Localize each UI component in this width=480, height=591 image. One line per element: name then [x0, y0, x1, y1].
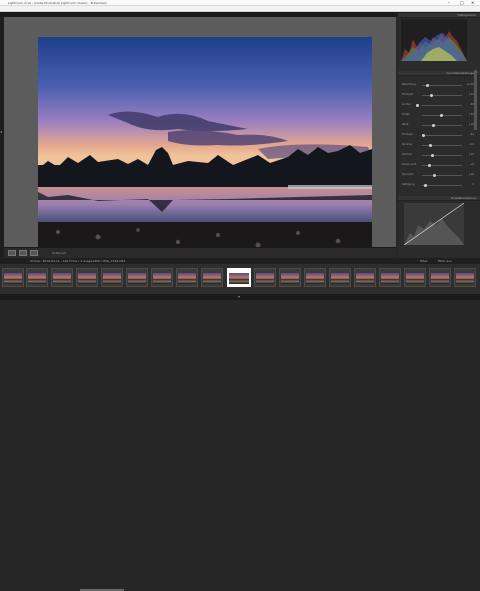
- bottom-panel: ▾: [0, 294, 480, 591]
- photo-canvas[interactable]: [4, 17, 396, 260]
- toolbar: Softproof: [4, 247, 396, 258]
- basic-panel-header[interactable]: Grundeinstellungen: [398, 71, 480, 76]
- before-after-icon[interactable]: [30, 250, 38, 256]
- slider-value[interactable]: +10: [469, 143, 474, 147]
- filmstrip-thumb[interactable]: [26, 268, 48, 287]
- filmstrip-thumb[interactable]: [254, 268, 276, 287]
- basic-slider-row[interactable]: Belichtung +0,35: [402, 83, 474, 87]
- right-panel: Histogramm Grundeinstellungen Belichtung…: [398, 13, 480, 268]
- basic-slider-row[interactable]: Weiß +18: [402, 123, 474, 127]
- slider-label: Dynamik: [402, 173, 414, 176]
- basic-panel-title: Grundeinstellungen: [446, 71, 476, 75]
- right-panel-scrollbar[interactable]: [474, 70, 477, 130]
- filmstrip: [0, 264, 480, 294]
- slider-label: Weiß: [402, 123, 409, 126]
- slider-track[interactable]: [422, 124, 462, 126]
- basic-slider-row[interactable]: Klarheit +15: [402, 153, 474, 157]
- slider-knob[interactable]: [432, 123, 435, 127]
- slider-label: Tiefen: [402, 113, 410, 116]
- slider-knob[interactable]: [430, 93, 433, 97]
- filmstrip-thumb[interactable]: [429, 268, 451, 287]
- filmstrip-thumb[interactable]: [329, 268, 351, 287]
- slider-track[interactable]: [422, 104, 462, 106]
- filmstrip-thumb[interactable]: [151, 268, 173, 287]
- filmstrip-thumb[interactable]: [404, 268, 426, 287]
- slider-knob[interactable]: [422, 133, 425, 137]
- compare-view-icon[interactable]: [19, 250, 27, 256]
- basic-slider-row[interactable]: Schwarz -22: [402, 133, 474, 137]
- filmstrip-thumb-selected[interactable]: [227, 268, 251, 287]
- slider-track[interactable]: [422, 144, 462, 146]
- slider-label: Klarheit: [402, 153, 413, 156]
- tone-curve-header[interactable]: Gradationskurve: [398, 196, 480, 201]
- slider-track[interactable]: [422, 134, 462, 136]
- filmstrip-thumb[interactable]: [354, 268, 376, 287]
- slider-track[interactable]: [422, 184, 462, 186]
- basic-slider-row[interactable]: Struktur +10: [402, 143, 474, 147]
- filmstrip-thumb[interactable]: [2, 268, 24, 287]
- bottom-panel-arrow-icon[interactable]: ▾: [238, 294, 240, 299]
- basic-slider-row[interactable]: Tiefen +54: [402, 113, 474, 117]
- slider-value[interactable]: +15: [469, 153, 474, 157]
- tone-curve[interactable]: [403, 202, 465, 246]
- histogram-title: Histogramm: [457, 13, 477, 17]
- main-photo: [38, 37, 372, 260]
- filmstrip-thumb[interactable]: [126, 268, 148, 287]
- histogram-header[interactable]: Histogramm: [398, 13, 480, 18]
- slider-knob[interactable]: [424, 183, 427, 187]
- filmstrip-thumb[interactable]: [279, 268, 301, 287]
- left-panel-arrow-icon[interactable]: ◂: [0, 129, 2, 134]
- basic-slider-row[interactable]: Kontrast +12: [402, 93, 474, 97]
- filmstrip-thumb[interactable]: [454, 268, 476, 287]
- slider-knob[interactable]: [433, 173, 436, 177]
- histogram: [401, 19, 467, 61]
- basic-slider-row[interactable]: Dunst entf. +8: [402, 163, 474, 167]
- slider-knob[interactable]: [429, 143, 432, 147]
- filmstrip-thumb[interactable]: [176, 268, 198, 287]
- slider-value[interactable]: 0: [472, 183, 474, 187]
- slider-knob[interactable]: [440, 113, 443, 117]
- filmstrip-thumb[interactable]: [51, 268, 73, 287]
- slider-label: Belichtung: [402, 83, 416, 86]
- slider-value[interactable]: +20: [469, 173, 474, 177]
- slider-knob[interactable]: [416, 103, 419, 107]
- slider-knob[interactable]: [431, 153, 434, 157]
- slider-label: Dunst entf.: [402, 163, 417, 166]
- basic-slider-row[interactable]: Lichter -68: [402, 103, 474, 107]
- slider-track[interactable]: [422, 174, 462, 176]
- slider-label: Sättigung: [402, 183, 415, 186]
- filmstrip-thumb[interactable]: [201, 268, 223, 287]
- slider-label: Schwarz: [402, 133, 413, 136]
- slider-value[interactable]: +0,35: [466, 83, 474, 87]
- tone-curve-title: Gradationskurve: [451, 196, 476, 200]
- slider-value[interactable]: +8: [470, 163, 474, 167]
- slider-value[interactable]: -22: [470, 133, 474, 137]
- filmstrip-thumb[interactable]: [379, 268, 401, 287]
- filmstrip-thumb[interactable]: [101, 268, 123, 287]
- slider-track[interactable]: [422, 94, 462, 96]
- slider-track[interactable]: [422, 154, 462, 156]
- photo-image: [38, 37, 372, 260]
- slider-knob[interactable]: [428, 163, 431, 167]
- slider-label: Struktur: [402, 143, 413, 146]
- filmstrip-thumb[interactable]: [76, 268, 98, 287]
- basic-slider-row[interactable]: Sättigung 0: [402, 183, 474, 187]
- slider-knob[interactable]: [426, 83, 429, 87]
- slider-label: Kontrast: [402, 93, 413, 96]
- slider-label: Lichter: [402, 103, 411, 106]
- basic-slider-row[interactable]: Dynamik +20: [402, 173, 474, 177]
- loupe-view-icon[interactable]: [8, 250, 16, 256]
- filmstrip-thumb[interactable]: [304, 268, 326, 287]
